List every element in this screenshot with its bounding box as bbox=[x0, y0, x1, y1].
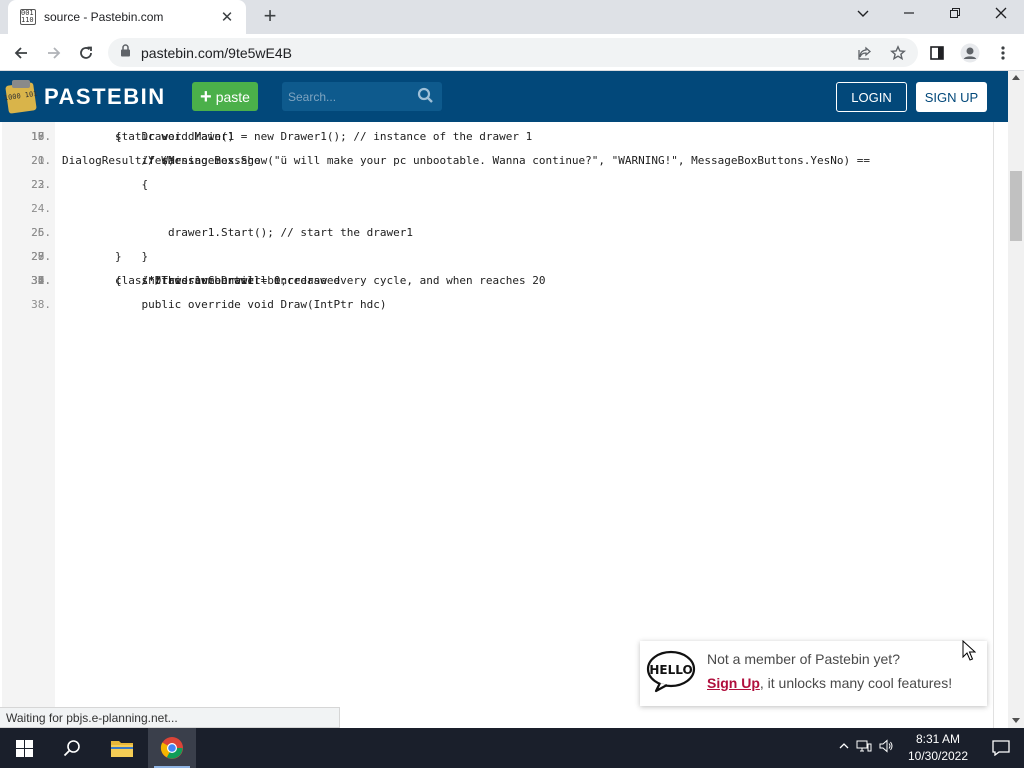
volume-icon[interactable] bbox=[878, 738, 898, 758]
browser-status-bubble: Waiting for pbjs.e-planning.net... bbox=[0, 707, 340, 728]
page-scrollbar[interactable] bbox=[1008, 71, 1024, 728]
forward-arrow-icon[interactable] bbox=[41, 40, 67, 66]
browser-tab[interactable]: 001 110 source - Pastebin.com ✕ bbox=[8, 0, 246, 34]
pastebin-favicon-icon: 001 110 bbox=[20, 9, 36, 25]
code-lines: 16. static void Main() 17. {18. Drawer dr… bbox=[0, 125, 990, 311]
line-number: 24. bbox=[31, 202, 51, 215]
back-arrow-icon[interactable] bbox=[8, 40, 34, 66]
line-number: 37. bbox=[31, 274, 51, 287]
line-number: 19. bbox=[31, 130, 51, 143]
url-text: pastebin.com/9te5wE4B bbox=[141, 44, 292, 61]
search-icon[interactable] bbox=[417, 87, 434, 109]
popup-question: Not a member of Pastebin yet? bbox=[707, 651, 900, 667]
scroll-down-arrow-icon[interactable] bbox=[1012, 718, 1020, 723]
scrollbar-thumb[interactable] bbox=[1010, 171, 1022, 241]
code-line: 23. bbox=[0, 173, 990, 197]
lock-icon[interactable] bbox=[120, 43, 131, 62]
windows-start-icon[interactable] bbox=[0, 728, 48, 768]
windows-taskbar: 8:31 AM 10/30/2022 bbox=[0, 728, 1024, 768]
code-line: 37. bbox=[0, 269, 990, 293]
code-line: 19. bbox=[0, 125, 990, 149]
show-hidden-icons-icon[interactable] bbox=[838, 739, 856, 757]
code-line: 26. bbox=[0, 221, 990, 245]
popup-tail: , it unlocks many cool features! bbox=[759, 675, 953, 691]
popup-message: Sign Up, it unlocks many cool features! bbox=[707, 675, 952, 691]
new-paste-label: paste bbox=[215, 88, 250, 105]
scroll-up-arrow-icon[interactable] bbox=[1012, 75, 1020, 80]
plus-icon: + bbox=[200, 85, 212, 108]
popup-signup-link[interactable]: Sign Up bbox=[707, 675, 760, 691]
clock-date: 10/30/2022 bbox=[907, 749, 969, 763]
tab-title: source - Pastebin.com bbox=[44, 10, 164, 24]
code-viewer: 16. static void Main() 17. {18. Drawer dr… bbox=[0, 122, 1008, 728]
close-window-icon[interactable] bbox=[981, 4, 1021, 26]
star-icon[interactable] bbox=[885, 40, 911, 66]
kebab-menu-icon[interactable] bbox=[990, 40, 1016, 66]
browser-toolbar: pastebin.com/9te5wE4B bbox=[0, 34, 1024, 71]
screen: 001 110 source - Pastebin.com ✕ + pasteb… bbox=[0, 0, 1024, 768]
search-input[interactable] bbox=[288, 87, 408, 107]
line-number: 38. bbox=[31, 298, 51, 311]
search-box bbox=[282, 82, 442, 111]
tab-search-icon[interactable] bbox=[843, 4, 883, 26]
mouse-cursor-icon bbox=[962, 640, 976, 661]
signup-promo-popup: HELLO Not a member of Pastebin yet? Sign… bbox=[640, 641, 987, 706]
pastebin-brand[interactable]: PASTEBIN bbox=[44, 85, 166, 109]
minimize-icon[interactable] bbox=[889, 4, 929, 26]
code-text: public override void Draw(IntPtr hdc) bbox=[62, 298, 387, 311]
taskbar-clock[interactable]: 8:31 AM 10/30/2022 bbox=[902, 731, 974, 765]
signup-button[interactable]: SIGN UP bbox=[916, 82, 987, 112]
hello-text: HELLO bbox=[649, 663, 692, 677]
restore-icon[interactable] bbox=[935, 4, 975, 26]
network-icon[interactable] bbox=[856, 739, 878, 758]
profile-icon[interactable] bbox=[957, 40, 983, 66]
login-button[interactable]: LOGIN bbox=[836, 82, 907, 112]
share-icon[interactable] bbox=[852, 40, 878, 66]
pastebin-header: 1000 101 PASTEBIN + paste LOGIN SIGN UP bbox=[0, 71, 1008, 122]
hello-speech-bubble-icon: HELLO bbox=[646, 650, 696, 693]
code-line: 29. bbox=[0, 245, 990, 269]
pastebin-logo-icon[interactable]: 1000 101 bbox=[4, 78, 38, 114]
file-explorer-icon[interactable] bbox=[98, 728, 146, 768]
notification-center-icon[interactable] bbox=[978, 728, 1024, 768]
new-tab-button[interactable]: + bbox=[258, 4, 282, 28]
side-panel-icon[interactable] bbox=[924, 40, 950, 66]
line-number: 26. bbox=[31, 226, 51, 239]
new-paste-button[interactable]: + paste bbox=[192, 82, 258, 111]
line-number: 23. bbox=[31, 178, 51, 191]
browser-tab-strip: 001 110 source - Pastebin.com ✕ + bbox=[0, 0, 1024, 34]
close-tab-icon[interactable]: ✕ bbox=[218, 8, 236, 26]
address-bar[interactable]: pastebin.com/9te5wE4B bbox=[108, 38, 918, 67]
reload-icon[interactable] bbox=[73, 40, 99, 66]
chrome-taskbar-icon[interactable] bbox=[148, 728, 196, 768]
clock-time: 8:31 AM bbox=[915, 732, 961, 746]
code-line-continuation: DialogResult.Yes) bbox=[62, 154, 175, 167]
system-tray bbox=[838, 728, 898, 768]
code-line: 24. bbox=[0, 197, 990, 221]
taskbar-search-icon[interactable] bbox=[48, 728, 96, 768]
line-number: 29. bbox=[31, 250, 51, 263]
